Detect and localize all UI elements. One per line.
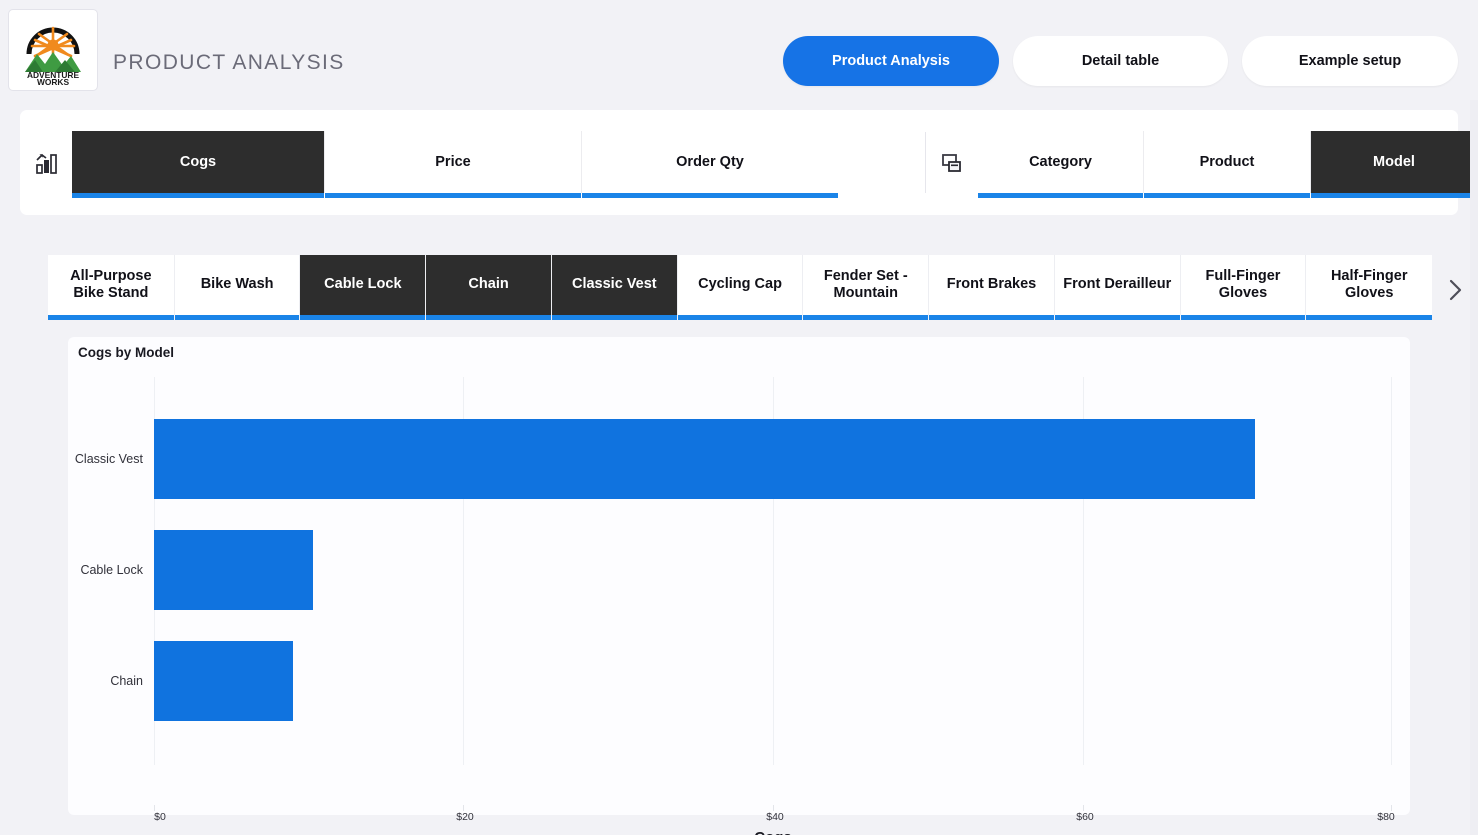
level-slicer-group: Category Product Model (926, 110, 1477, 215)
slicer-order-qty-underline (582, 193, 838, 198)
tab-label: Full-Finger Gloves (1205, 267, 1281, 301)
tab-cycling-cap[interactable]: Cycling Cap (677, 255, 804, 320)
bar-label-cable-lock: Cable Lock (80, 563, 143, 577)
tab-label: Front Derailleur (1063, 276, 1172, 293)
logo-text-line2: WORKS (37, 77, 70, 86)
measure-slicer-group: Cogs Price Order Qty (20, 110, 838, 215)
chart-title: Cogs by Model (78, 345, 175, 360)
tab-label: Chain (468, 276, 509, 293)
nav-example-setup[interactable]: Example setup (1242, 36, 1458, 86)
app-root: ADVENTURE WORKS PRODUCT ANALYSIS Product… (0, 0, 1478, 835)
tab-front-brakes[interactable]: Front Brakes (929, 255, 1055, 320)
slicer-price[interactable]: Price (325, 131, 582, 198)
chart-plot-area: Classic Vest Cable Lock Chain $0 $20 $40… (75, 377, 1395, 835)
slicer-price-label: Price (435, 154, 471, 170)
slicer-product[interactable]: Product (1144, 131, 1311, 198)
tab-underline (300, 315, 426, 320)
xtick-label-0: $0 (154, 811, 166, 823)
nav-product-analysis[interactable]: Product Analysis (783, 36, 999, 86)
tab-classic-vest[interactable]: Classic Vest (551, 255, 678, 320)
tab-label: All-Purpose Bike Stand (70, 267, 152, 301)
tab-label: Fender Set - Mountain (823, 267, 908, 301)
tab-underline (929, 315, 1054, 320)
tab-label: Bike Wash (200, 276, 274, 293)
chevron-right-svg (1449, 279, 1462, 301)
slicer-model-underline (1311, 193, 1477, 198)
page-scrollbar[interactable] (1470, 100, 1478, 835)
filter-panel: Cogs Price Order Qty Category Product Mo… (20, 110, 1477, 215)
tab-front-derailleur[interactable]: Front Derailleur (1054, 255, 1181, 320)
slicer-category-underline (978, 193, 1143, 198)
measure-slicer-items: Cogs Price Order Qty (72, 110, 838, 215)
tab-underline (48, 315, 174, 320)
slicer-cogs-label: Cogs (179, 154, 217, 170)
tab-underline (1180, 315, 1306, 320)
slicer-order-qty[interactable]: Order Qty (582, 131, 838, 198)
tab-cable-lock[interactable]: Cable Lock (300, 255, 427, 320)
xtick-label-20: $20 (456, 811, 474, 823)
layered-windows-svg (942, 153, 961, 172)
tab-underline (1306, 315, 1433, 320)
bar-chain[interactable]: Chain (110, 641, 294, 721)
slicer-product-label: Product (1199, 154, 1255, 170)
tab-chain[interactable]: Chain (426, 255, 552, 320)
slicer-order-qty-label: Order Qty (676, 154, 744, 170)
tab-underline (551, 315, 677, 320)
slicer-cogs[interactable]: Cogs (72, 131, 325, 198)
tab-underline (1054, 315, 1180, 320)
tab-label: Cycling Cap (698, 276, 782, 293)
slicer-price-underline (325, 193, 581, 198)
tab-full-finger-gloves[interactable]: Full-Finger Gloves (1180, 255, 1307, 320)
tab-underline (803, 315, 929, 320)
nav-detail-table[interactable]: Detail table (1013, 36, 1228, 86)
bar-chart-trend-icon (20, 151, 72, 175)
model-tabstrip: All-Purpose Bike Stand Bike Wash Cable L… (48, 255, 1478, 325)
xtick-label-60: $60 (1076, 811, 1094, 823)
bar-cable-lock[interactable]: Cable Lock (80, 530, 314, 610)
tab-underline (174, 315, 300, 320)
tab-underline (677, 315, 803, 320)
logo-svg: ADVENTURE WORKS (17, 14, 89, 87)
tab-underline (426, 315, 551, 320)
slicer-cogs-underline (72, 193, 324, 198)
bar-chart-trend-svg (36, 153, 57, 174)
tab-label: Classic Vest (571, 276, 657, 293)
tab-label: Cable Lock (324, 276, 402, 293)
xtick-label-80: $80 (1377, 811, 1395, 823)
tab-label: Half-Finger Gloves (1330, 267, 1408, 301)
xtick-label-40: $40 (766, 811, 784, 823)
tab-bike-wash[interactable]: Bike Wash (174, 255, 301, 320)
bar-label-chain: Chain (110, 674, 143, 688)
gridline-80 (1391, 377, 1392, 765)
slicer-model[interactable]: Model (1311, 131, 1477, 198)
slicer-model-label: Model (1373, 154, 1415, 170)
tab-half-finger-gloves[interactable]: Half-Finger Gloves (1306, 255, 1433, 320)
tab-fender-set-mountain[interactable]: Fender Set - Mountain (803, 255, 930, 320)
tab-label: Front Brakes (946, 276, 1037, 293)
slicer-category[interactable]: Category (978, 131, 1144, 198)
header-bar: ADVENTURE WORKS PRODUCT ANALYSIS Product… (0, 0, 1478, 100)
page-title: PRODUCT ANALYSIS (113, 51, 345, 74)
bar-classic-vest[interactable]: Classic Vest (75, 419, 1255, 499)
logo-graphic: ADVENTURE WORKS (17, 14, 89, 87)
layered-windows-icon (926, 151, 978, 175)
bar-label-classic-vest: Classic Vest (74, 452, 143, 466)
level-slicer-items: Category Product Model (978, 110, 1477, 215)
slicer-category-label: Category (1029, 154, 1092, 170)
tab-all-purpose-bike-stand[interactable]: All-Purpose Bike Stand (48, 255, 175, 320)
slicer-product-underline (1144, 193, 1310, 198)
adventure-works-logo: ADVENTURE WORKS (8, 9, 98, 91)
x-axis-title: Cogs (154, 829, 1392, 835)
header-nav: Product Analysis Detail table Example se… (783, 36, 1458, 86)
cogs-by-model-chart-card: Cogs by Model Classic Vest Cable Lock Ch… (68, 337, 1410, 835)
